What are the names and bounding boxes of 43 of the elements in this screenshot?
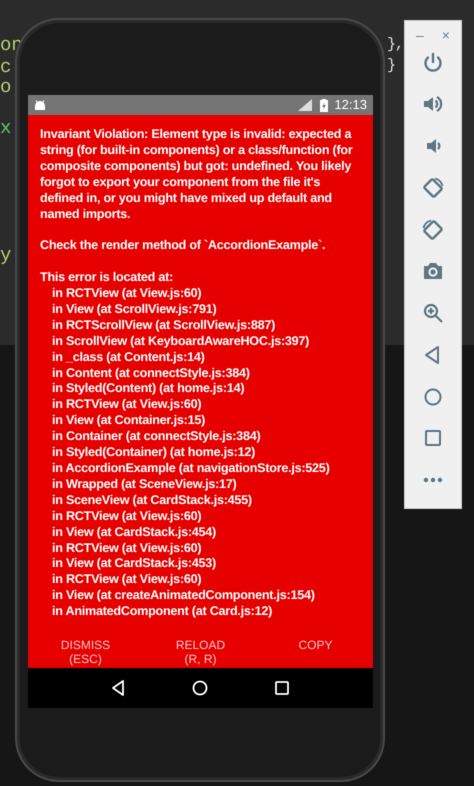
rotate-icon[interactable] — [421, 176, 445, 200]
stack-trace-line: in Container (at connectStyle.js:384) — [51, 429, 262, 446]
stack-trace-line: in Styled(Container) (at home.js:12) — [51, 445, 256, 461]
stack-trace-line: in RCTView (at View.js:60) — [51, 572, 202, 588]
stack-trace-line: in Wrapped (at SceneView.js:17) — [51, 476, 238, 493]
stack-trace-line: in RCTView (at View.js:60) — [51, 508, 202, 525]
code-text: } — [387, 56, 396, 76]
close-button[interactable]: × — [440, 26, 452, 43]
status-time: 12:13 — [334, 96, 367, 114]
stack-trace-line: in View (at Container.js:15) — [51, 413, 206, 430]
stack-trace-line: in AnimatedComponent (at Card.js:12) — [51, 604, 274, 620]
signal-icon — [298, 99, 312, 111]
stack-trace-line: in Content (at connectStyle.js:384) — [51, 366, 251, 382]
code-text: y — [0, 245, 12, 265]
stack-trace-line: in View (at createAnimatedComponent.js:154) — [51, 588, 316, 604]
error-message: Invariant Violation: Element type is invalid: expected a string (for built-in components) or a class/function (for composite components) but got: undefined. You likely forgot to export your component from the file it's defined in, or you might have mixed up default and named imports. — [40, 127, 354, 222]
stack-trace-line: in RCTView (at View.js:60) — [51, 286, 202, 302]
stack-trace-line: in RCTView (at View.js:60) — [51, 397, 202, 414]
stack-trace-line: in _class (at Content.js:14) — [51, 350, 206, 366]
stack-trace-line: in RCTView (at View.js:60) — [51, 540, 202, 556]
code-text: o — [0, 77, 12, 97]
error-action-button[interactable]: RELOAD (R, R) — [143, 636, 258, 668]
code-text: c — [0, 57, 12, 77]
code-text: x — [0, 118, 12, 138]
error-action-button[interactable]: COPY — [258, 636, 373, 654]
error-location-title: This error is located at: — [40, 270, 174, 286]
rotate-icon[interactable] — [421, 218, 445, 242]
error-action-button[interactable]: DISMISS (ESC) — [28, 636, 143, 668]
home-icon[interactable] — [190, 678, 210, 698]
stack-trace-line: in AccordionExample (at navigationStore.js:525) — [51, 461, 331, 477]
error-hint: Check the render method of `AccordionExample`. — [40, 238, 326, 254]
minimize-button[interactable]: – — [414, 26, 426, 43]
zoom-in-icon[interactable] — [421, 301, 445, 326]
stack-trace-line: in View (at CardStack.js:454) — [51, 524, 218, 541]
battery-icon — [320, 98, 328, 112]
android-icon — [34, 100, 46, 110]
stack-trace-line: in SceneView (at CardStack.js:455) — [51, 492, 253, 509]
stack-trace-line: in Styled(Content) (at home.js:14) — [51, 381, 246, 398]
stack-trace-line: in View (at CardStack.js:453) — [51, 556, 218, 572]
stack-trace-line: in ScrollView (at KeyboardAwareHOC.js:397) — [51, 334, 310, 350]
code-text: }, — [387, 35, 404, 55]
stack-trace-line: in View (at ScrollView.js:791) — [51, 302, 218, 318]
stack-trace-line: in RCTScrollView (at ScrollView.js:887) — [51, 318, 276, 334]
